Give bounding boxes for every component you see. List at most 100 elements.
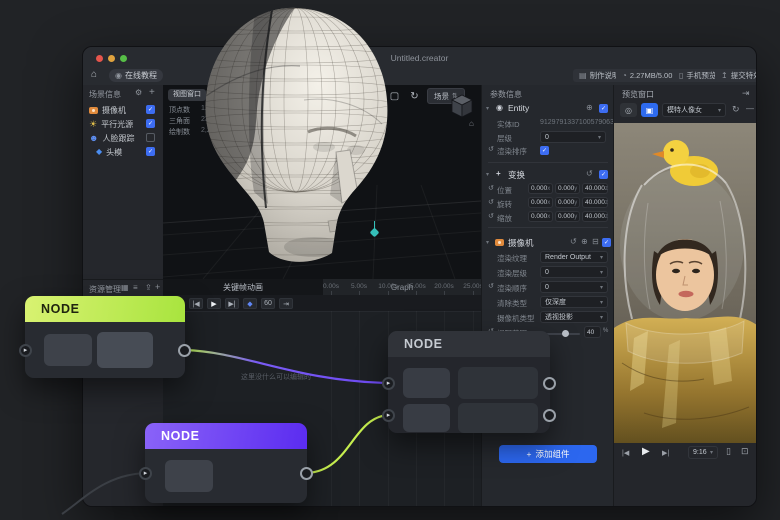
next-frame-button[interactable]: ▶| bbox=[225, 298, 239, 309]
input-port[interactable]: ▸ bbox=[382, 409, 395, 422]
render-layer-dropdown[interactable]: 0▾ bbox=[540, 266, 608, 278]
clear-type-dropdown[interactable]: 仅深度▾ bbox=[540, 296, 608, 308]
reset-icon[interactable]: ↺ bbox=[488, 213, 494, 220]
grid-view-icon[interactable]: ▦ bbox=[121, 283, 129, 292]
entity-id-value: 9129791337100579063 bbox=[540, 119, 614, 126]
device-frame-icon[interactable]: ▯ bbox=[726, 446, 731, 457]
reset-icon[interactable]: ↺ bbox=[488, 185, 494, 192]
chevron-down-icon[interactable]: ▾ bbox=[486, 106, 489, 112]
add-asset-icon[interactable]: + bbox=[155, 282, 160, 292]
tab-keyframe-animation[interactable]: 关键帧动画 bbox=[163, 279, 323, 295]
link-icon[interactable]: ⊕ bbox=[586, 104, 593, 112]
document-icon: ▤ bbox=[579, 72, 587, 80]
render-texture-dropdown[interactable]: Render Output▾ bbox=[540, 251, 608, 263]
hierarchy-item-face-tracking[interactable]: ☻ 人脸跟踪 bbox=[89, 132, 134, 144]
link-icon[interactable]: ⊕ bbox=[581, 238, 588, 246]
visibility-checkbox[interactable]: ✓ bbox=[146, 119, 155, 128]
orientation-cube-gizmo[interactable] bbox=[449, 93, 475, 119]
graph-empty-hint: 这里没什么可以编辑的 bbox=[241, 372, 311, 382]
input-port[interactable]: ▸ bbox=[19, 344, 32, 357]
node-card-green[interactable]: NODE ▸ bbox=[25, 296, 185, 378]
play-icon[interactable]: ▶ bbox=[642, 446, 650, 457]
field-label: 渲染顺序 bbox=[497, 283, 527, 294]
mobile-preview-label: 手机预览 bbox=[686, 70, 716, 81]
keyframe-diamond-icon: ◆ bbox=[247, 300, 252, 308]
more-menu-icon[interactable]: — bbox=[746, 104, 754, 113]
refresh-icon[interactable]: ↻ bbox=[732, 104, 740, 115]
output-port[interactable] bbox=[543, 377, 556, 390]
desktop-background: Untitled.creator ⌂ ◉ 在线教程 ▤ 制作说明 ◔ 2.27M… bbox=[0, 0, 780, 520]
node-header: NODE bbox=[145, 423, 307, 449]
entity-enabled-checkbox[interactable]: ✓ bbox=[599, 104, 608, 113]
node-card-dark[interactable]: NODE ▸ ▸ bbox=[388, 331, 550, 433]
toggle-camera-feed-button[interactable]: ◎ bbox=[620, 103, 637, 117]
rotate-tool-button[interactable]: ↻ bbox=[407, 89, 422, 104]
input-port[interactable]: ▸ bbox=[382, 377, 395, 390]
reset-icon[interactable]: ↺ bbox=[488, 283, 494, 290]
prev-frame-button[interactable]: |◀ bbox=[189, 298, 203, 309]
node-title: NODE bbox=[161, 429, 200, 443]
position-x-input[interactable]: 0.000x bbox=[528, 183, 553, 194]
position-z-input[interactable]: 40.000z bbox=[582, 183, 608, 194]
prev-frame-icon[interactable]: |◀ bbox=[622, 449, 629, 457]
transform-enabled-checkbox[interactable]: ✓ bbox=[599, 170, 608, 179]
trash-icon[interactable]: ⊟ bbox=[592, 238, 599, 246]
filter-gear-icon[interactable]: ⚙ bbox=[135, 88, 142, 97]
rotation-z-input[interactable]: 40.000z bbox=[582, 197, 608, 208]
hierarchy-item-head-model[interactable]: ◆ 头模 bbox=[96, 146, 122, 158]
window-title: Untitled.creator bbox=[83, 53, 756, 63]
aspect-ratio-dropdown[interactable]: 9:16▾ bbox=[688, 446, 718, 459]
node-field bbox=[44, 334, 92, 366]
eye-icon: ◎ bbox=[625, 106, 632, 115]
scale-x-input[interactable]: 0.000x bbox=[528, 211, 553, 222]
reset-icon[interactable]: ↺ bbox=[488, 199, 494, 206]
loop-button[interactable]: ⇥ bbox=[279, 298, 293, 309]
play-button[interactable]: ▶ bbox=[207, 298, 221, 309]
next-frame-icon[interactable]: ▶| bbox=[662, 449, 669, 457]
import-icon[interactable]: ⇪ bbox=[145, 283, 152, 292]
scale-y-input[interactable]: 0.000y bbox=[555, 211, 580, 222]
reset-icon[interactable]: ↺ bbox=[488, 146, 494, 153]
hierarchy-item-light[interactable]: ☀ 平行光源 bbox=[89, 118, 133, 130]
hierarchy-title: 场景信息 bbox=[89, 89, 121, 100]
fps-chip[interactable]: 60 bbox=[261, 298, 275, 309]
rotation-y-input[interactable]: 0.000y bbox=[555, 197, 580, 208]
head-model[interactable] bbox=[196, 4, 394, 270]
tutorial-button[interactable]: ◉ 在线教程 bbox=[109, 69, 163, 82]
hierarchy-item-camera[interactable]: 摄像机 bbox=[89, 104, 126, 116]
submit-effect-button[interactable]: ↥ 提交特效 bbox=[715, 69, 757, 82]
position-y-input[interactable]: 0.000y bbox=[555, 183, 580, 194]
reset-icon[interactable]: ↺ bbox=[586, 170, 593, 178]
output-port[interactable] bbox=[543, 409, 556, 422]
visibility-checkbox[interactable]: ✓ bbox=[146, 147, 155, 156]
collapse-panel-icon[interactable]: ⇥ bbox=[742, 88, 750, 99]
fov-value-input[interactable]: 40 bbox=[584, 326, 601, 338]
home-icon[interactable]: ⌂ bbox=[91, 69, 97, 80]
scale-z-input[interactable]: 40.000z bbox=[582, 211, 608, 222]
fov-slider-handle[interactable] bbox=[562, 330, 569, 337]
visibility-checkbox[interactable]: ✓ bbox=[146, 105, 155, 114]
output-port[interactable] bbox=[178, 344, 191, 357]
camera-enabled-checkbox[interactable]: ✓ bbox=[602, 238, 611, 247]
media-source-button[interactable]: ▣ bbox=[641, 103, 658, 117]
crop-icon[interactable]: ⊡ bbox=[741, 446, 749, 457]
reset-icon[interactable]: ↺ bbox=[570, 238, 577, 246]
sort-checkbox[interactable]: ✓ bbox=[540, 146, 549, 155]
add-component-button[interactable]: + 添加组件 bbox=[499, 445, 597, 463]
visibility-checkbox[interactable] bbox=[146, 133, 155, 142]
input-port[interactable]: ▸ bbox=[139, 467, 152, 480]
view-home-icon[interactable]: ⌂ bbox=[469, 119, 474, 128]
preview-model-dropdown[interactable]: 模特人像女▾ bbox=[662, 103, 726, 117]
render-order-dropdown[interactable]: 0▾ bbox=[540, 281, 608, 293]
field-label: 位置 bbox=[497, 185, 512, 196]
list-view-icon[interactable]: ≡ bbox=[133, 283, 138, 292]
node-card-purple[interactable]: NODE ▸ bbox=[145, 423, 307, 503]
output-port[interactable] bbox=[300, 467, 313, 480]
layer-dropdown[interactable]: 0▾ bbox=[540, 131, 606, 143]
chevron-down-icon[interactable]: ▾ bbox=[486, 172, 489, 178]
rotation-x-input[interactable]: 0.000x bbox=[528, 197, 553, 208]
chevron-down-icon[interactable]: ▾ bbox=[486, 240, 489, 246]
keyframe-button[interactable]: ◆ bbox=[243, 298, 257, 309]
add-entity-icon[interactable]: + bbox=[149, 87, 155, 98]
camera-type-dropdown[interactable]: 透视投影▾ bbox=[540, 311, 608, 323]
